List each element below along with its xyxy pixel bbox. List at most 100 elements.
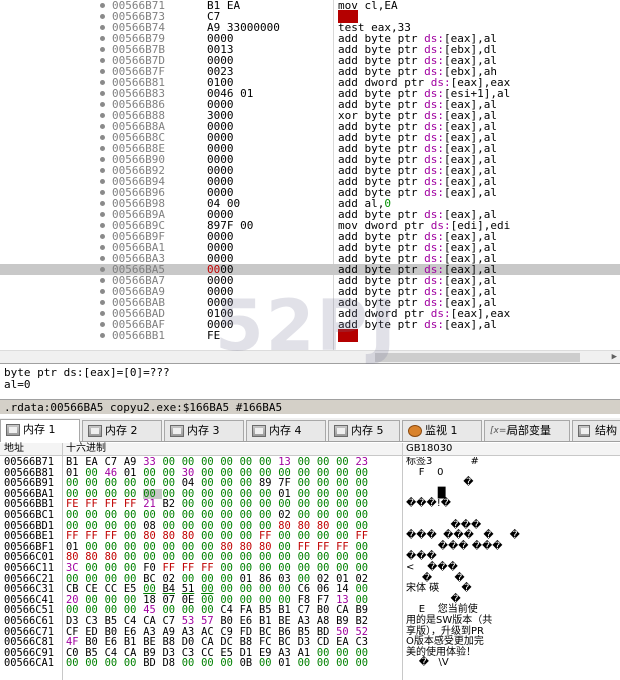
dump-hex[interactable]: D3 C3 B5 C4 CA C7 53 57 B0 E6 B1 BE A3 A8 B9 B2 [66,616,375,627]
disasm-row[interactable]: 00566B86 0000 add byte ptr ds:[eax],al [0,99,620,110]
disasm-row[interactable]: 00566BA5 0000 add byte ptr ds:[eax],al [0,264,620,275]
breakpoint-dot-icon[interactable] [100,3,105,8]
breakpoint-dot-icon[interactable] [100,322,105,327]
disasm-row[interactable]: 00566B98 04 00 add al,0 [0,198,620,209]
breakpoint-gutter[interactable] [0,99,110,110]
breakpoint-dot-icon[interactable] [100,146,105,151]
breakpoint-dot-icon[interactable] [100,69,105,74]
disasm-row[interactable]: 00566B92 0000 add byte ptr ds:[eax],al [0,165,620,176]
disasm-row[interactable]: 00566B90 0000 add byte ptr ds:[eax],al [0,154,620,165]
breakpoint-gutter[interactable] [0,132,110,143]
breakpoint-gutter[interactable] [0,297,110,308]
breakpoint-dot-icon[interactable] [100,223,105,228]
disasm-row[interactable]: 00566B7D 0000 add byte ptr ds:[eax],al [0,55,620,66]
disasm-row[interactable]: 00566B79 0000 add byte ptr ds:[eax],al [0,33,620,44]
breakpoint-gutter[interactable] [0,11,110,22]
breakpoint-gutter[interactable] [0,198,110,209]
breakpoint-gutter[interactable] [0,154,110,165]
breakpoint-dot-icon[interactable] [100,289,105,294]
disasm-row[interactable]: 00566B83 0046 01 add byte ptr ds:[esi+1],a… [0,88,620,99]
breakpoint-gutter[interactable] [0,88,110,99]
tab-memory-2[interactable]: 内存 2 [82,420,162,441]
dump-hex[interactable]: 00 00 00 00 BD D8 00 00 00 0B 00 01 00 00 00 00 [66,658,375,669]
tab-watch-1[interactable]: 监视 1 [402,420,482,441]
disasm-row[interactable]: 00566B96 0000 add byte ptr ds:[eax],al [0,187,620,198]
disasm-row[interactable]: 00566B9C 897F 00 mov dword ptr ds:[edi],ed… [0,220,620,231]
dump-hex[interactable]: B1 EA C7 A9 33 00 00 00 00 00 00 13 00 00 00 23 [66,457,375,468]
breakpoint-gutter[interactable] [0,66,110,77]
breakpoint-dot-icon[interactable] [100,25,105,30]
dump-row[interactable]: 00566B71 B1 EA C7 A9 33 00 00 00 00 00 00 13 00 00 00 23… [0,457,620,468]
breakpoint-dot-icon[interactable] [100,157,105,162]
breakpoint-dot-icon[interactable] [100,36,105,41]
breakpoint-gutter[interactable] [0,165,110,176]
breakpoint-gutter[interactable] [0,0,110,11]
dump-row[interactable]: 00566BC1 00 00 00 00 00 00 00 00 00 00 00 02 00 00 00 00 [0,510,620,521]
breakpoint-dot-icon[interactable] [100,135,105,140]
breakpoint-dot-icon[interactable] [100,201,105,206]
breakpoint-dot-icon[interactable] [100,47,105,52]
breakpoint-gutter[interactable] [0,176,110,187]
tab-memory-5[interactable]: 内存 5 [328,420,400,441]
disasm-row[interactable]: 00566B88 3000 xor byte ptr ds:[eax],al [0,110,620,121]
dump-hex[interactable]: 00 00 00 00 00 00 00 00 00 00 00 02 00 00 00 00 [66,510,375,521]
disasm-row[interactable]: 00566B7F 0023 add byte ptr ds:[ebx],ah [0,66,620,77]
breakpoint-dot-icon[interactable] [100,256,105,261]
breakpoint-gutter[interactable] [0,220,110,231]
disasm-row[interactable]: 00566B74 A9 33000000 test eax,33 [0,22,620,33]
breakpoint-gutter[interactable] [0,308,110,319]
breakpoint-dot-icon[interactable] [100,113,105,118]
breakpoint-dot-icon[interactable] [100,190,105,195]
breakpoint-gutter[interactable] [0,319,110,330]
breakpoint-gutter[interactable] [0,242,110,253]
breakpoint-gutter[interactable] [0,286,110,297]
breakpoint-gutter[interactable] [0,253,110,264]
breakpoint-dot-icon[interactable] [100,333,105,338]
breakpoint-gutter[interactable] [0,77,110,88]
disasm-row[interactable]: 00566B7B 0013 add byte ptr ds:[ebx],dl [0,44,620,55]
disasm-row[interactable]: 00566B9A 0000 add byte ptr ds:[eax],al [0,209,620,220]
dump-hex[interactable]: 3C 00 00 00 F0 FF FF FF 00 00 00 00 00 00 00 00 [66,563,375,574]
tab-struct[interactable]: 结构 [572,420,620,441]
breakpoint-dot-icon[interactable] [100,300,105,305]
tab-memory-4[interactable]: 内存 4 [246,420,326,441]
breakpoint-dot-icon[interactable] [100,267,105,272]
tab-memory-1[interactable]: 内存 1 [0,419,80,442]
tab-locals[interactable]: [x=] 局部变量 [484,420,570,441]
scroll-right-arrow-icon[interactable]: ▶ [612,352,617,362]
breakpoint-dot-icon[interactable] [100,124,105,129]
breakpoint-dot-icon[interactable] [100,14,105,19]
breakpoint-dot-icon[interactable] [100,80,105,85]
disasm-row[interactable]: 00566B71 B1 EA mov cl,EA [0,0,620,11]
breakpoint-dot-icon[interactable] [100,212,105,217]
dump-row[interactable]: 00566CA1 00 00 00 00 BD D8 00 00 00 0B 00 01 00 00 00 00… [0,658,620,669]
disasm-row[interactable]: 00566B8A 0000 add byte ptr ds:[eax],al [0,121,620,132]
breakpoint-dot-icon[interactable] [100,179,105,184]
disasm-row[interactable]: 00566B8C 0000 add byte ptr ds:[eax],al [0,132,620,143]
breakpoint-gutter[interactable] [0,275,110,286]
breakpoint-dot-icon[interactable] [100,102,105,107]
dump-row[interactable]: 00566C11 3C 00 00 00 F0 FF FF FF 00 00 00 00 00 00 00 00… [0,562,620,574]
breakpoint-dot-icon[interactable] [100,91,105,96]
disasm-row[interactable]: 00566B81 0100 add dword ptr ds:[eax],eax [0,77,620,88]
breakpoint-gutter[interactable] [0,187,110,198]
tab-memory-3[interactable]: 内存 3 [164,420,244,441]
disasm-row[interactable]: 00566B94 0000 add byte ptr ds:[eax],al [0,176,620,187]
breakpoint-gutter[interactable] [0,209,110,220]
disasm-row[interactable]: 00566B73 C7??? [0,10,620,23]
breakpoint-gutter[interactable] [0,44,110,55]
breakpoint-dot-icon[interactable] [100,278,105,283]
breakpoint-dot-icon[interactable] [100,168,105,173]
breakpoint-gutter[interactable] [0,22,110,33]
dump-row[interactable]: 00566C61 D3 C3 B5 C4 CA C7 53 57 B0 E6 B1 BE A3 A8 B9 B2… [0,615,620,627]
breakpoint-gutter[interactable] [0,143,110,154]
breakpoint-gutter[interactable] [0,330,110,341]
breakpoint-gutter[interactable] [0,264,110,275]
breakpoint-gutter[interactable] [0,231,110,242]
breakpoint-dot-icon[interactable] [100,58,105,63]
breakpoint-gutter[interactable] [0,55,110,66]
breakpoint-dot-icon[interactable] [100,311,105,316]
disasm-row[interactable]: 00566B8E 0000 add byte ptr ds:[eax],al [0,143,620,154]
breakpoint-dot-icon[interactable] [100,245,105,250]
scrollbar-thumb[interactable] [375,353,580,362]
